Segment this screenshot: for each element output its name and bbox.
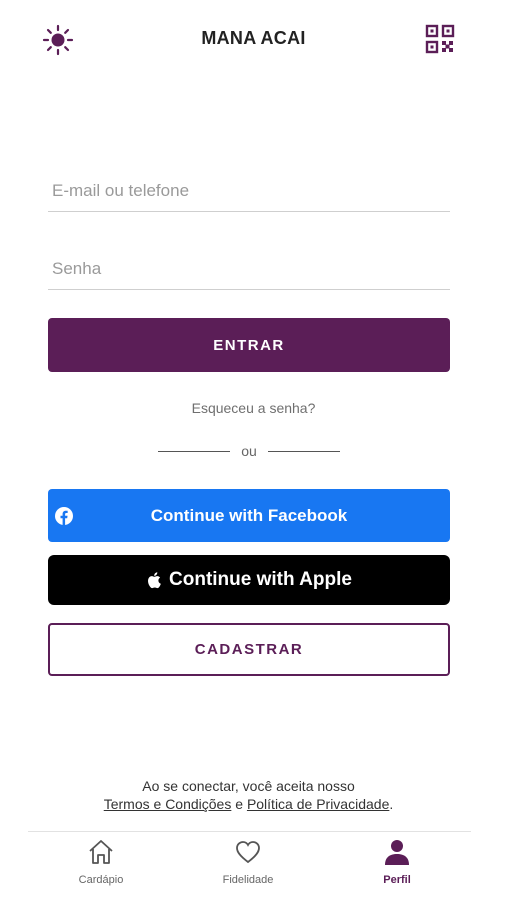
legal-links: Termos e Condições e Política de Privaci… [0, 796, 497, 812]
password-field[interactable] [48, 248, 450, 290]
facebook-icon [55, 507, 73, 525]
email-field[interactable] [48, 170, 450, 212]
nav-label-cardapio: Cardápio [78, 874, 124, 886]
divider-line-left [158, 451, 230, 452]
nav-item-fidelidade[interactable]: Fidelidade [193, 836, 303, 892]
legal-text: Ao se conectar, você aceita nosso [142, 778, 355, 794]
nav-item-perfil[interactable]: Perfil [342, 836, 452, 892]
heart-icon [236, 841, 260, 864]
person-icon [385, 840, 409, 865]
legal-period: . [389, 796, 394, 812]
register-button[interactable]: CADASTRAR [48, 623, 450, 676]
nav-item-cardapio[interactable]: Cardápio [46, 836, 156, 892]
facebook-button-label: Continue with Facebook [150, 505, 348, 525]
nav-divider [28, 831, 471, 832]
privacy-link[interactable]: Política de Privacidade [247, 796, 389, 812]
home-icon [89, 840, 113, 864]
login-button[interactable]: ENTRAR [48, 318, 450, 372]
divider-line-right [268, 451, 340, 452]
terms-link[interactable]: Termos e Condições [104, 796, 232, 812]
apple-icon [148, 572, 161, 589]
nav-label-fidelidade: Fidelidade [222, 874, 274, 886]
apple-button-label: Continue with Apple [169, 569, 352, 590]
apple-login-button[interactable]: Continue with Apple [48, 555, 450, 605]
nav-label-perfil: Perfil [383, 874, 411, 886]
forgot-password-link[interactable]: Esqueceu a senha? [0, 400, 507, 416]
qr-code-icon[interactable] [425, 24, 455, 54]
divider-label: ou [241, 443, 257, 459]
facebook-login-button[interactable]: Continue with Facebook [48, 489, 450, 542]
legal-conjunction: e [235, 796, 244, 812]
